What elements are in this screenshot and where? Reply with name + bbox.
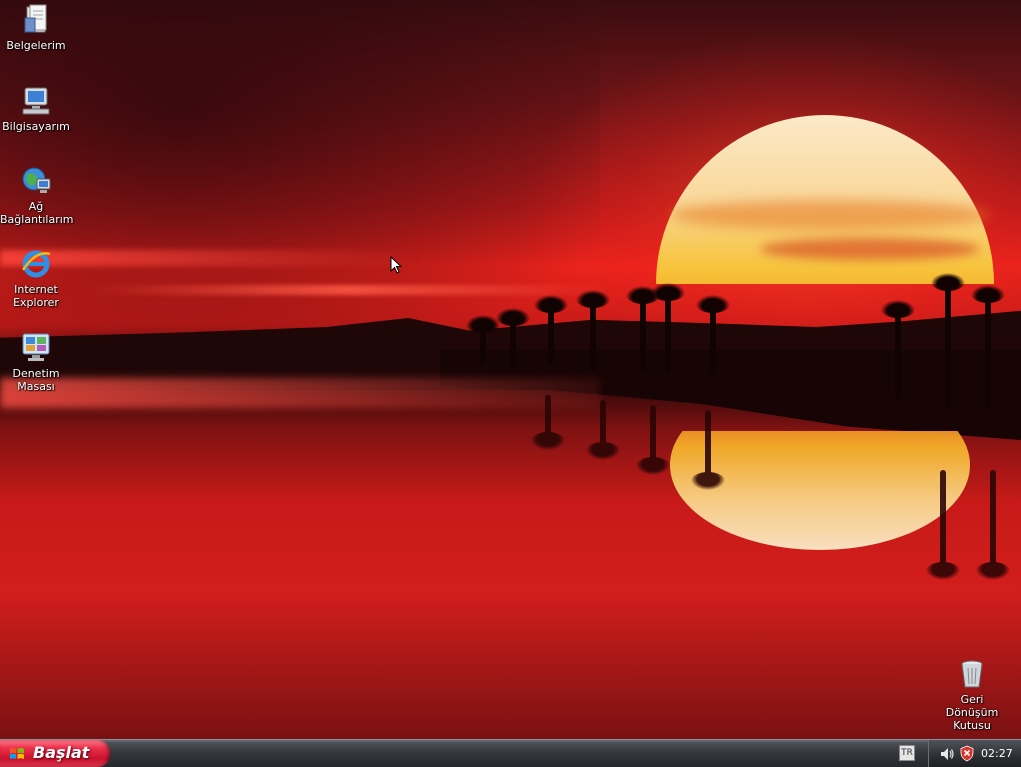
palm-reflection <box>976 470 1010 580</box>
palm-tree <box>626 286 660 371</box>
palm-tree <box>696 295 730 375</box>
documents-folder-icon <box>20 4 52 36</box>
start-label: Başlat <box>33 743 90 762</box>
palm-reflection <box>531 395 565 450</box>
control-panel-icon <box>20 332 52 364</box>
dark-sky-cloud <box>0 0 600 360</box>
desktop-icon-internet-explorer[interactable]: Internet Explorer <box>0 248 72 309</box>
palm-tree <box>971 285 1005 410</box>
desktop-icon-label: Denetim Masası <box>12 367 60 393</box>
desktop-background: Belgelerim Bilgisayarım Ağ Bağlantılarım… <box>0 0 1021 739</box>
palm-reflection <box>636 405 670 475</box>
taskbar: Başlat TR 02:27 <box>0 739 1021 767</box>
computer-icon <box>20 85 52 117</box>
palm-tree <box>576 290 610 370</box>
palm-reflection <box>586 400 620 460</box>
recycle-bin-icon <box>956 658 988 690</box>
palm-reflection <box>691 410 725 490</box>
desktop-icon-belgelerim[interactable]: Belgelerim <box>0 4 72 52</box>
network-icon <box>20 165 52 197</box>
desktop-icon-label: Ağ Bağlantılarım <box>0 200 74 226</box>
desktop-icon-label: Bilgisayarım <box>2 120 70 133</box>
desktop-icon-label: Belgelerim <box>6 39 66 52</box>
clock[interactable]: 02:27 <box>981 747 1013 760</box>
sun-cloud <box>670 200 990 230</box>
sun-cloud <box>760 238 980 260</box>
label-line: Kutusu <box>953 719 991 732</box>
desktop-icon-ag-baglantilarim[interactable]: Ağ Bağlantılarım <box>0 165 74 226</box>
start-button[interactable]: Başlat <box>0 740 110 767</box>
label-line: Ağ <box>28 200 44 213</box>
palm-tree <box>651 283 685 373</box>
palm-tree <box>496 308 530 368</box>
palm-tree <box>534 295 568 365</box>
palm-tree <box>931 273 965 408</box>
desktop-icon-label: Geri Dönüşüm Kutusu <box>936 693 1008 732</box>
label-line: Explorer <box>13 296 59 309</box>
windows-flag-icon <box>10 748 24 759</box>
palm-reflection <box>926 470 960 580</box>
internet-explorer-icon <box>20 248 52 280</box>
palm-tree <box>466 315 500 365</box>
desktop-icon-bilgisayarim[interactable]: Bilgisayarım <box>0 85 72 133</box>
label-line: Geri Dönüşüm <box>945 693 999 719</box>
label-line: Bağlantılarım <box>0 213 74 226</box>
security-shield-icon[interactable] <box>959 745 975 762</box>
desktop-icon-label: Internet Explorer <box>0 283 72 309</box>
cloud-streak <box>90 285 610 295</box>
water-reflection <box>0 378 600 408</box>
mouse-cursor-icon <box>390 256 402 274</box>
language-indicator[interactable]: TR <box>899 745 915 761</box>
desktop-icon-denetim-masasi[interactable]: Denetim Masası <box>0 332 72 393</box>
system-tray: 02:27 <box>928 740 1021 767</box>
volume-icon[interactable] <box>939 746 955 762</box>
label-line: Internet <box>14 283 58 296</box>
palm-tree <box>881 300 915 400</box>
desktop-icon-recycle-bin[interactable]: Geri Dönüşüm Kutusu <box>936 658 1008 732</box>
